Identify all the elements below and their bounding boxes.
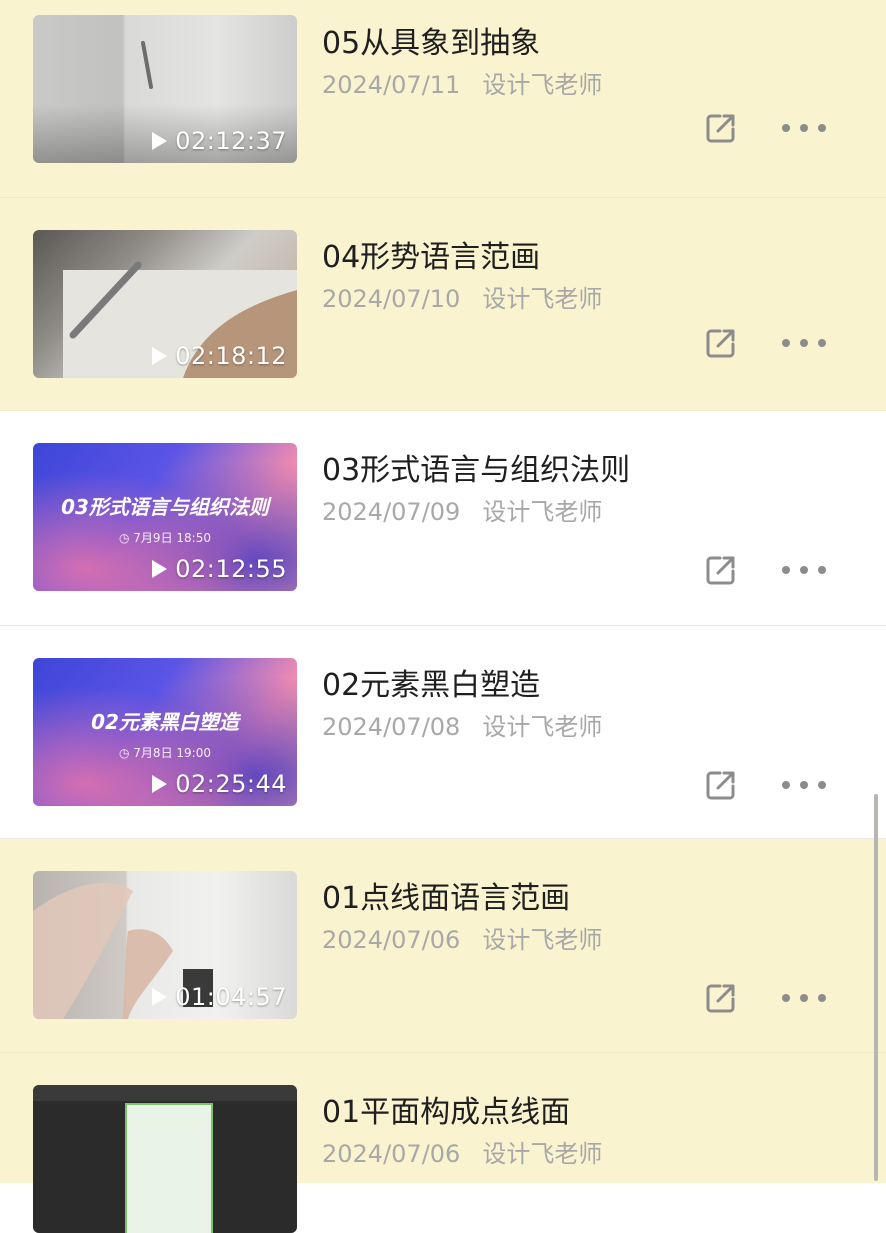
more-horizontal-icon[interactable] (782, 333, 826, 353)
thumbnail-title: 03形式语言与组织法则 (61, 495, 269, 519)
thumbnail-time: ◷ 7月9日 18:50 (119, 531, 211, 545)
duration-badge: 01:04:57 (152, 983, 287, 1011)
share-external-icon[interactable] (704, 111, 738, 145)
more-horizontal-icon[interactable] (782, 118, 826, 138)
thumbnail-time: ◷ 7月8日 19:00 (119, 746, 211, 760)
video-item[interactable]: 03形式语言与组织法则 ◷ 7月9日 18:50 02:12:55 03形式语言… (0, 411, 886, 626)
more-horizontal-icon[interactable] (782, 775, 826, 795)
video-meta: 2024/07/10 设计飞老师 (322, 279, 602, 314)
play-icon (152, 132, 168, 150)
duration-badge: 02:25:44 (152, 770, 287, 798)
video-author: 设计飞老师 (482, 498, 603, 526)
video-date: 2024/07/11 (322, 71, 461, 99)
play-icon (152, 347, 168, 365)
screen-document (125, 1103, 213, 1233)
share-external-icon[interactable] (704, 981, 738, 1015)
video-title[interactable]: 04形势语言范画 (322, 232, 540, 276)
video-thumbnail[interactable]: 02:18:12 (33, 230, 297, 378)
video-title[interactable]: 01点线面语言范画 (322, 873, 570, 917)
video-title[interactable]: 01平面构成点线面 (322, 1087, 570, 1131)
video-item[interactable]: 02:12:37 05从具象到抽象 2024/07/11 设计飞老师 (0, 0, 886, 198)
share-external-icon[interactable] (704, 768, 738, 802)
share-external-icon[interactable] (704, 326, 738, 360)
video-item[interactable]: 01平面构成点线面 2024/07/06 设计飞老师 (0, 1053, 886, 1233)
video-date: 2024/07/09 (322, 498, 461, 526)
video-thumbnail[interactable]: 02:12:37 (33, 15, 297, 163)
video-author: 设计飞老师 (482, 713, 603, 741)
video-meta: 2024/07/06 设计飞老师 (322, 920, 602, 955)
video-item[interactable]: 02:18:12 04形势语言范画 2024/07/10 设计飞老师 (0, 198, 886, 411)
more-horizontal-icon[interactable] (782, 560, 826, 580)
video-meta: 2024/07/06 设计飞老师 (322, 1134, 602, 1169)
duration-badge: 02:12:55 (152, 555, 287, 583)
thumbnail-title: 02元素黑白塑造 (91, 710, 239, 734)
video-date: 2024/07/06 (322, 1140, 461, 1168)
video-item[interactable]: 02元素黑白塑造 ◷ 7月8日 19:00 02:25:44 02元素黑白塑造 … (0, 626, 886, 839)
video-item[interactable]: 01:04:57 01点线面语言范画 2024/07/06 设计飞老师 (0, 839, 886, 1053)
video-date: 2024/07/10 (322, 285, 461, 313)
video-author: 设计飞老师 (482, 926, 603, 954)
video-list: 02:12:37 05从具象到抽象 2024/07/11 设计飞老师 02:18:… (0, 0, 886, 1233)
more-horizontal-icon[interactable] (782, 988, 826, 1008)
video-author: 设计飞老师 (482, 285, 603, 313)
video-title[interactable]: 03形式语言与组织法则 (322, 445, 630, 489)
video-title[interactable]: 05从具象到抽象 (322, 18, 540, 62)
duration-badge: 02:12:37 (152, 127, 287, 155)
video-title[interactable]: 02元素黑白塑造 (322, 660, 540, 704)
video-thumbnail[interactable]: 03形式语言与组织法则 ◷ 7月9日 18:50 02:12:55 (33, 443, 297, 591)
play-icon (152, 560, 168, 578)
video-meta: 2024/07/09 设计飞老师 (322, 492, 602, 527)
play-icon (152, 988, 168, 1006)
video-date: 2024/07/06 (322, 926, 461, 954)
video-author: 设计飞老师 (482, 1140, 603, 1168)
share-external-icon[interactable] (704, 553, 738, 587)
screen-toolbar (33, 1085, 297, 1101)
video-thumbnail[interactable] (33, 1085, 297, 1233)
duration-badge: 02:18:12 (152, 342, 287, 370)
video-thumbnail[interactable]: 02元素黑白塑造 ◷ 7月8日 19:00 02:25:44 (33, 658, 297, 806)
video-date: 2024/07/08 (322, 713, 461, 741)
video-author: 设计飞老师 (482, 71, 603, 99)
video-meta: 2024/07/11 设计飞老师 (322, 65, 602, 100)
play-icon (152, 775, 168, 793)
video-meta: 2024/07/08 设计飞老师 (322, 707, 602, 742)
scrollbar[interactable] (874, 794, 878, 1181)
video-thumbnail[interactable]: 01:04:57 (33, 871, 297, 1019)
